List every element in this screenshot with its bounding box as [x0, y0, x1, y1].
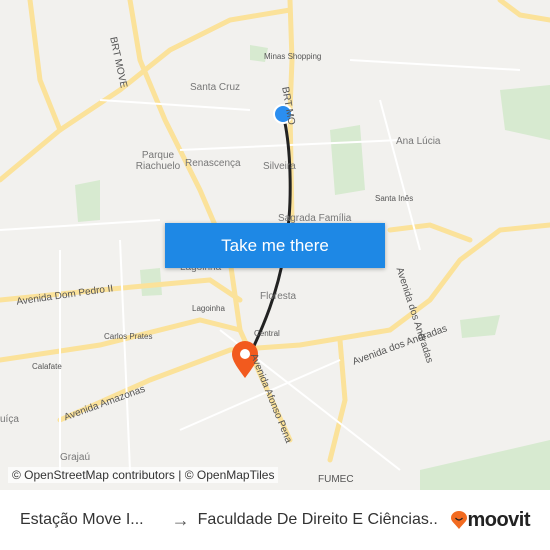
label-minas-shopping: Minas Shopping [264, 52, 322, 61]
take-me-there-button[interactable]: Take me there [165, 223, 385, 268]
map-attribution[interactable]: © OpenStreetMap contributors | © OpenMap… [8, 467, 279, 483]
label-central: Central [254, 329, 280, 338]
arrow-right-icon: → [171, 509, 190, 530]
label-renascenca: Renascença [185, 158, 241, 169]
origin-name: Estação Move I... [20, 511, 144, 528]
label-calafate: Calafate [32, 362, 62, 371]
route-footer: Estação Move I... → Faculdade De Direito… [0, 490, 550, 550]
label-silveira: Silveira [263, 161, 296, 172]
label-parque-riachuelo: Parque Riachuelo [135, 150, 181, 172]
destination-name: Faculdade De Direito E Ciências... [197, 511, 440, 528]
label-gutierrez: uíça [0, 414, 19, 425]
label-santa-cruz: Santa Cruz [190, 82, 241, 93]
label-carlos-prates: Carlos Prates [104, 332, 153, 341]
moovit-wordmark: moovit [467, 508, 530, 531]
label-lagoinha-small: Lagoinha [192, 304, 225, 313]
label-ana-lucia: Ana Lúcia [396, 136, 441, 147]
label-floresta: Floresta [260, 291, 297, 302]
moovit-logo[interactable]: moovit [451, 509, 530, 532]
map[interactable]: BRT MOVE Minas Shopping Santa Cruz BRT M… [0, 0, 550, 490]
label-santa-ines: Santa Inês [375, 194, 414, 203]
label-grajau: Grajaú [60, 452, 91, 463]
moovit-pin-icon [451, 511, 468, 529]
label-fumec: FUMEC [318, 474, 354, 485]
